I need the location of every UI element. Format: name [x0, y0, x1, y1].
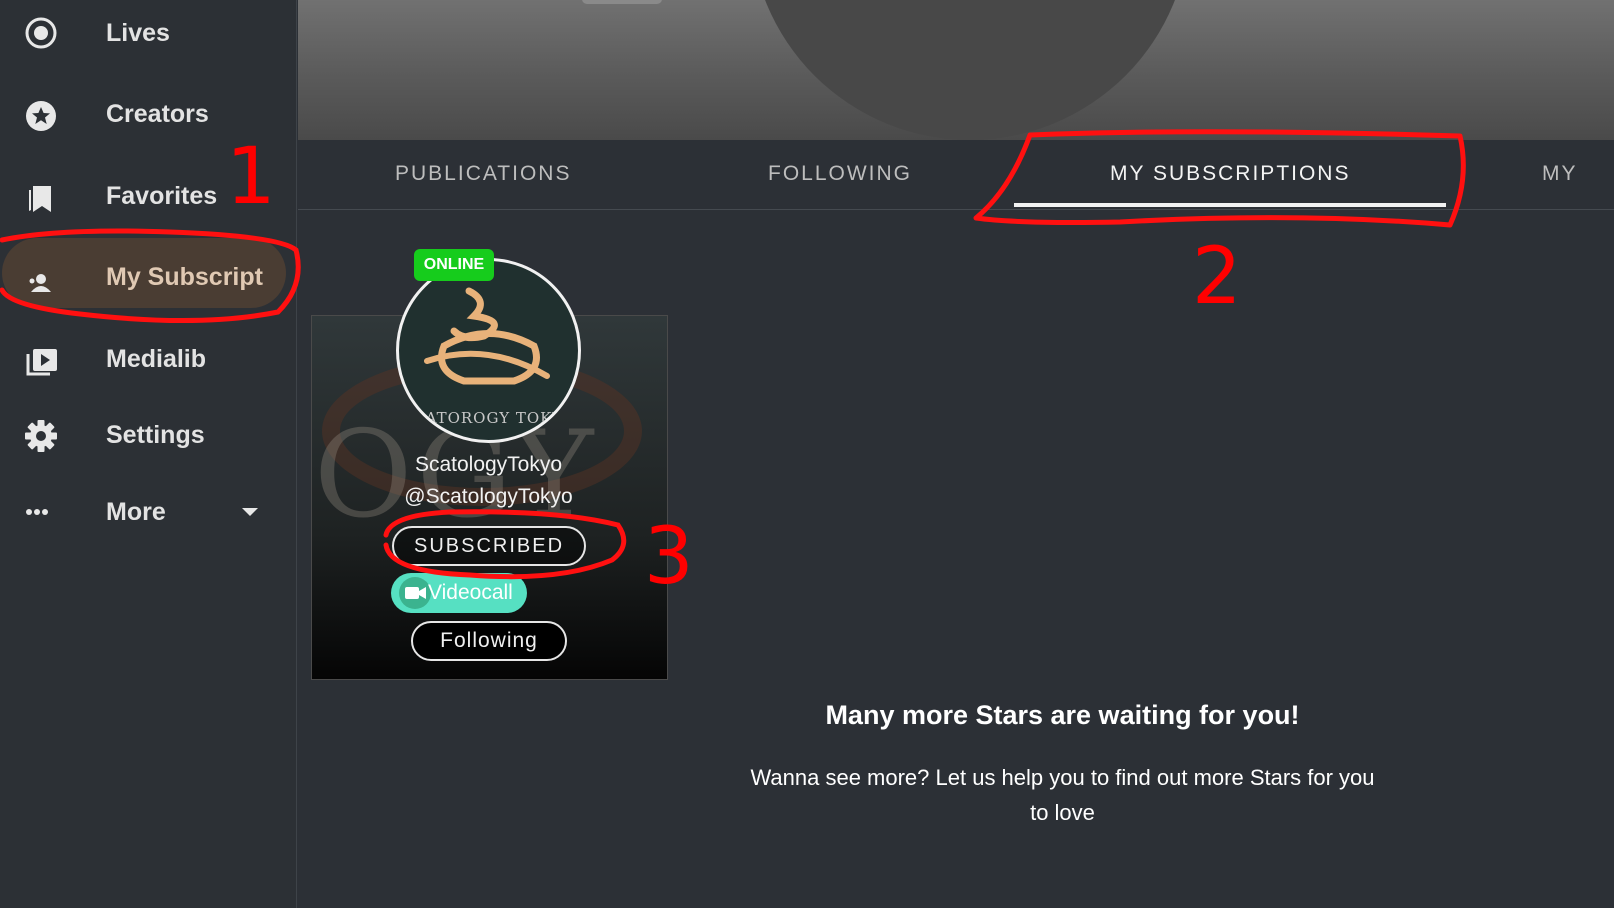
annotation-number-2: 2: [1192, 232, 1242, 322]
sidebar-item-label: Favorites: [106, 182, 218, 210]
banner-handle: [582, 0, 662, 4]
videocall-button[interactable]: Videocall: [391, 573, 527, 613]
active-tab-indicator: [1014, 203, 1446, 207]
creator-avatar[interactable]: SCATOROGY TOKYO: [396, 258, 581, 443]
subscriptions-people-icon: [24, 259, 60, 295]
star-badge-icon: [24, 96, 60, 132]
sidebar: Lives Creators Favorites My Subscript Me…: [0, 0, 297, 908]
promo-title: Many more Stars are waiting for you!: [825, 700, 1300, 730]
sidebar-item-label: Lives: [106, 19, 170, 47]
profile-tabs: PUBLICATIONS FOLLOWING MY SUBSCRIPTIONS …: [298, 140, 1614, 210]
media-library-icon: [24, 341, 60, 377]
online-status-badge: ONLINE: [414, 249, 494, 281]
profile-cover-banner: [298, 0, 1614, 140]
chevron-down-icon[interactable]: [240, 502, 260, 522]
tab-my-more[interactable]: MY: [1542, 162, 1578, 186]
video-camera-icon: [399, 577, 431, 609]
sidebar-item-label: Settings: [106, 421, 205, 449]
videocall-label: Videocall: [428, 581, 513, 604]
more-dots-icon: [24, 494, 60, 530]
following-button[interactable]: Following: [411, 621, 567, 661]
sidebar-item-creators[interactable]: Creators: [0, 84, 297, 144]
sidebar-item-label: Creators: [106, 100, 209, 128]
sidebar-item-label: My Subscript: [106, 263, 263, 291]
sidebar-item-my-subscriptions[interactable]: My Subscript: [0, 247, 297, 307]
sidebar-item-settings[interactable]: Settings: [0, 405, 297, 465]
tab-following[interactable]: FOLLOWING: [768, 162, 912, 186]
creator-handle[interactable]: @ScatologyTokyo: [310, 485, 667, 509]
record-icon: [24, 15, 60, 51]
sidebar-item-label: Medialib: [106, 345, 207, 373]
sidebar-item-medialib[interactable]: Medialib: [0, 329, 297, 389]
sidebar-item-favorites[interactable]: Favorites: [0, 166, 297, 226]
tab-my-subscriptions[interactable]: MY SUBSCRIPTIONS: [1110, 162, 1350, 186]
subscribed-button[interactable]: SUBSCRIBED: [392, 526, 586, 566]
avatar-caption: SCATOROGY TOKYO: [401, 409, 577, 427]
sidebar-item-lives[interactable]: Lives: [0, 3, 297, 63]
sidebar-item-more[interactable]: More: [0, 482, 297, 542]
sidebar-item-label: More: [106, 498, 166, 526]
promo-text: Wanna see more? Let us help you to find …: [750, 765, 1375, 825]
creator-name[interactable]: ScatologyTokyo: [310, 453, 667, 477]
profile-avatar-circle: [750, 0, 1190, 140]
tab-publications[interactable]: PUBLICATIONS: [395, 162, 571, 186]
gear-icon: [24, 417, 60, 453]
bookmarks-icon: [24, 178, 60, 214]
